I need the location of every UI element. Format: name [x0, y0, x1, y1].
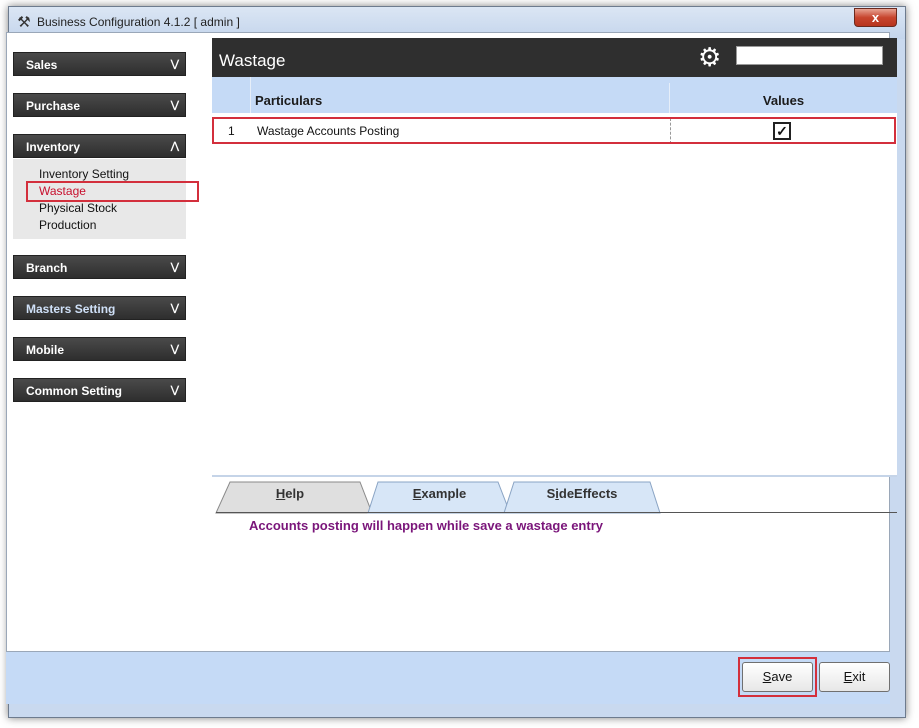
- search-input[interactable]: [736, 46, 883, 65]
- sidebar-section-branch[interactable]: Branch ⋁: [13, 255, 186, 279]
- grid-header: Particulars Values: [212, 77, 897, 113]
- sidebar-section-purchase[interactable]: Purchase ⋁: [13, 93, 186, 117]
- gear-icon[interactable]: ⚙: [698, 42, 721, 72]
- info-tabs: Help Example SideEffects: [212, 479, 897, 515]
- sidebar-section-label: Branch: [26, 261, 68, 275]
- tab-sideeffects-pre: S: [546, 486, 556, 501]
- tab-sideeffects[interactable]: SideEffects: [512, 479, 652, 513]
- exit-label: xit: [852, 669, 866, 684]
- help-text: Accounts posting will happen while save …: [249, 518, 603, 533]
- chevron-down-icon: ⋁: [170, 100, 179, 111]
- sidebar-section-inventory[interactable]: Inventory ⋀: [13, 134, 186, 158]
- tab-baseline: [216, 512, 897, 513]
- chevron-up-icon: ⋀: [170, 141, 179, 152]
- sidebar-section-label: Sales: [26, 58, 58, 72]
- sidebar-section-common-setting[interactable]: Common Setting ⋁: [13, 378, 186, 402]
- exit-button[interactable]: Exit: [819, 662, 890, 692]
- tab-help-label: elp: [285, 486, 305, 501]
- main-header: Wastage ⚙: [212, 38, 897, 77]
- tab-help[interactable]: Help: [230, 479, 350, 513]
- sidebar-section-label: Masters Setting: [26, 302, 116, 316]
- column-header-particulars[interactable]: Particulars: [255, 93, 322, 108]
- row-number-header: [212, 77, 251, 113]
- row-highlight: [212, 117, 896, 144]
- close-button[interactable]: x: [854, 8, 897, 27]
- sidebar-section-label: Mobile: [26, 343, 64, 357]
- save-button[interactable]: Save: [742, 662, 813, 692]
- tab-help-accel: H: [275, 486, 286, 501]
- chevron-down-icon: ⋁: [170, 59, 179, 70]
- sidebar-item-physical-stock[interactable]: Physical Stock: [39, 201, 117, 215]
- sidebar-section-label: Purchase: [26, 99, 81, 113]
- tab-example[interactable]: Example: [377, 479, 502, 513]
- sidebar-item-production[interactable]: Production: [39, 218, 96, 232]
- tools-icon: ⚒: [17, 14, 31, 31]
- sidebar-item-inventory-setting[interactable]: Inventory Setting: [39, 167, 129, 181]
- sidebar-section-label: Common Setting: [26, 384, 122, 398]
- sidebar-section-masters-setting[interactable]: Masters Setting ⋁: [13, 296, 186, 320]
- chevron-down-icon: ⋁: [170, 344, 179, 355]
- chevron-down-icon: ⋁: [170, 262, 179, 273]
- sidebar-section-sales[interactable]: Sales ⋁: [13, 52, 186, 76]
- page-title: Wastage: [219, 51, 286, 70]
- divider: [212, 475, 897, 477]
- sidebar-item-wastage[interactable]: Wastage: [39, 184, 86, 198]
- column-header-values[interactable]: Values: [670, 93, 897, 108]
- save-label: ave: [771, 669, 793, 684]
- sidebar-section-mobile[interactable]: Mobile ⋁: [13, 337, 186, 361]
- chevron-down-icon: ⋁: [170, 385, 179, 396]
- tab-sideeffects-label: deEffects: [558, 486, 618, 501]
- sidebar-section-label: Inventory: [26, 140, 81, 154]
- chevron-down-icon: ⋁: [170, 303, 179, 314]
- tab-example-label: xample: [421, 486, 467, 501]
- window-title: Business Configuration 4.1.2 [ admin ]: [37, 15, 240, 29]
